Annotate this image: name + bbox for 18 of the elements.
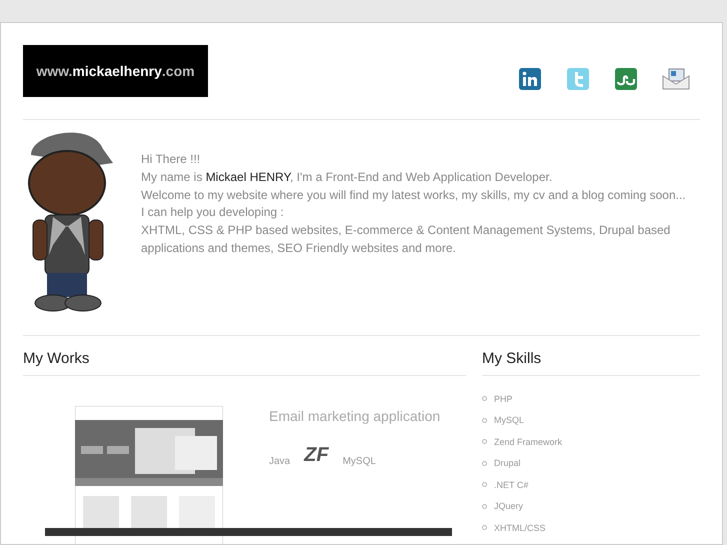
skill-item: PHP [494, 394, 513, 404]
section-heading: My Skills [482, 350, 700, 376]
skill-item: .NET C# [494, 480, 528, 490]
skill-item: Drupal [494, 458, 521, 468]
technology-logo: Java [269, 456, 290, 467]
technology-logo: ZF [304, 444, 329, 467]
skill-item: JQuery [494, 501, 524, 512]
intro-text: Hi There !!! [141, 151, 202, 168]
skill-item: XHTML/CSS [494, 522, 546, 533]
intro-text: I can help you developing : [141, 204, 285, 222]
section-heading: My Works [23, 350, 466, 376]
skill-item: MySQL [494, 415, 524, 426]
intro-text: Welcome to my website where you will find my latest works, my skills, my cv and a blog coming soon... [141, 186, 687, 204]
intro-text: XHTML, CSS & PHP based websites, E-commerce & Content Management Systems, Drupal based applications and themes, SEO Friendly websites and more. [141, 222, 672, 257]
technology-logo: MySQL [342, 456, 376, 467]
site-logo[interactable]: www.mickaelhenry.com [23, 45, 208, 97]
skill-item: Zend Framework [494, 436, 562, 447]
intro-text: My name is Mickael HENRY, I'm a Front-End and Web Application Developer. [141, 168, 554, 186]
